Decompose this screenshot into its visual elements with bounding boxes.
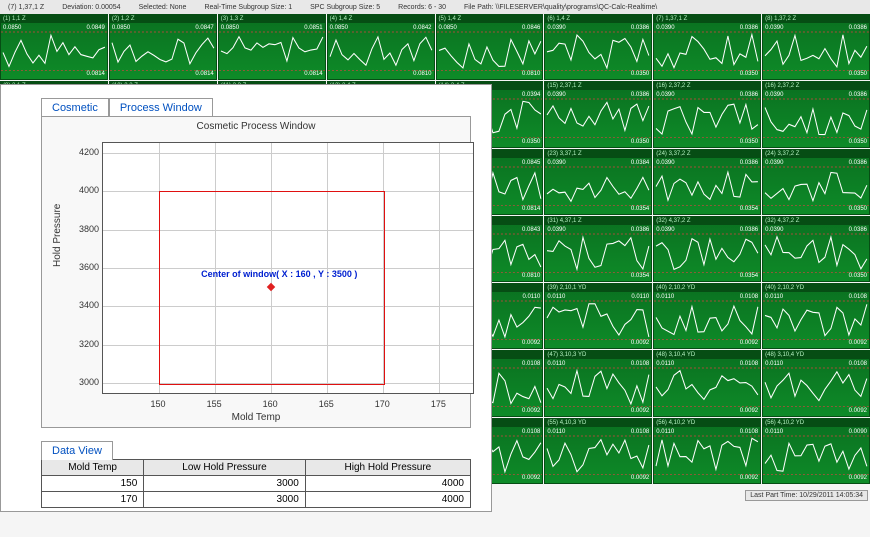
spc-mini-chart[interactable]: (32) 4,37,2 Z0.03900.03860.0354	[653, 216, 761, 282]
y-axis-label: Hold Pressure	[52, 204, 63, 267]
toolbar-selected: Selected: None	[139, 4, 187, 11]
mini-chart-title: (39) 2,10,1 YD	[545, 284, 652, 292]
y-tick: 3000	[74, 377, 99, 387]
x-tick: 150	[151, 399, 166, 409]
spc-mini-chart[interactable]: (2) 1,2 Z0.08500.08470.0814	[109, 14, 217, 80]
mini-chart-title: (4) 1,4 Z	[328, 15, 435, 23]
spc-mini-chart[interactable]: (15) 2,37,1 Z0.03900.03860.0350	[544, 81, 652, 147]
x-tick: 160	[263, 399, 278, 409]
table-row[interactable]: 150 3000 4000	[42, 476, 471, 492]
toolbar-current: (7) 1,37,1 Z	[8, 4, 44, 11]
x-tick: 165	[319, 399, 334, 409]
spc-mini-chart[interactable]: (24) 3,37,2 Z0.03900.03860.0354	[653, 149, 761, 215]
status-toolbar: (7) 1,37,1 Z Deviation: 0.00054 Selected…	[0, 0, 870, 15]
spc-mini-chart[interactable]: (16) 2,37,2 Z0.03900.03860.0350	[653, 81, 761, 147]
mini-chart-title: (24) 3,37,2 Z	[654, 150, 761, 158]
mini-chart-title: (6) 1,4 Z	[545, 15, 652, 23]
toolbar-records: Records: 6 - 30	[398, 4, 446, 11]
mini-chart-title: (24) 3,37,2 Z	[763, 150, 870, 158]
mini-chart-title: (40) 2,10,2 YD	[763, 284, 870, 292]
col-mold-temp: Mold Temp	[42, 460, 144, 476]
mini-chart-title: (2) 1,2 Z	[110, 15, 217, 23]
mini-chart-title: (32) 4,37,2 Z	[763, 217, 870, 225]
spc-mini-chart[interactable]: (6) 1,4 Z0.03900.03860.0350	[544, 14, 652, 80]
y-tick: 3800	[74, 224, 99, 234]
toolbar-filepath: File Path: \\FILESERVER\quality\programs…	[464, 4, 657, 11]
mini-chart-title: (16) 2,37,2 Z	[763, 82, 870, 90]
mini-chart-title: (40) 2,10,2 YD	[654, 284, 761, 292]
spc-mini-chart[interactable]: (7) 1,37,1 Z0.03900.03860.0350	[653, 14, 761, 80]
mini-chart-title: (32) 4,37,2 Z	[654, 217, 761, 225]
y-tick: 3200	[74, 339, 99, 349]
spc-mini-chart[interactable]: (48) 3,10,4 YD0.01100.01080.0092	[653, 350, 761, 416]
mini-chart-title: (47) 3,10,3 YD	[545, 351, 652, 359]
toolbar-deviation: Deviation: 0.00054	[62, 4, 120, 11]
mini-chart-title: (56) 4,10,2 YD	[654, 419, 761, 427]
spc-mini-chart[interactable]: (4) 1,4 Z0.08500.08420.0810	[327, 14, 435, 80]
spc-mini-chart[interactable]: (32) 4,37,2 Z0.03900.03860.0350	[762, 216, 870, 282]
spc-mini-chart[interactable]: (16) 2,37,2 Z0.03900.03860.0350	[762, 81, 870, 147]
col-low-hp: Low Hold Pressure	[144, 460, 306, 476]
mini-chart-title: (56) 4,10,2 YD	[763, 419, 870, 427]
center-annotation: Center of window( X : 160 , Y : 3500 )	[201, 269, 357, 279]
spc-mini-chart[interactable]: (40) 2,10,2 YD0.01100.01080.0092	[762, 283, 870, 349]
tab-process-window[interactable]: Process Window	[109, 98, 213, 117]
plot-area: Center of window( X : 160 , Y : 3500 )	[102, 142, 474, 394]
mini-chart-title: (48) 3,10,4 YD	[763, 351, 870, 359]
mini-chart-title: (7) 1,37,1 Z	[654, 15, 761, 23]
spc-mini-chart[interactable]: (24) 3,37,2 Z0.03900.03860.0350	[762, 149, 870, 215]
spc-mini-chart[interactable]: (8) 1,37,2 Z0.03900.03860.0350	[762, 14, 870, 80]
mini-chart-title: (15) 2,37,1 Z	[545, 82, 652, 90]
spc-mini-chart[interactable]: (5) 1,4 Z0.08500.08460.0810	[436, 14, 544, 80]
col-high-hp: High Hold Pressure	[305, 460, 470, 476]
mini-chart-title: (3) 1,3 Z	[219, 15, 326, 23]
spc-mini-chart[interactable]: (56) 4,10,2 YD0.01100.01080.0092	[653, 418, 761, 484]
mini-chart-title: (8) 1,37,2 Z	[763, 15, 870, 23]
data-table: Mold Temp Low Hold Pressure High Hold Pr…	[41, 459, 471, 508]
spc-mini-chart[interactable]: (31) 4,37,1 Z0.03900.03860.0354	[544, 216, 652, 282]
mini-chart-title: (1) 1,1 Z	[1, 15, 108, 23]
spc-mini-chart[interactable]: (39) 2,10,1 YD0.01100.01100.0092	[544, 283, 652, 349]
spc-mini-chart[interactable]: (1) 1,1 Z0.08500.08490.0814	[0, 14, 108, 80]
chart-title: Cosmetic Process Window	[42, 117, 470, 136]
cosmetic-process-chart: Cosmetic Process Window Hold Pressure Ce…	[41, 116, 471, 428]
mini-chart-title: (16) 2,37,2 Z	[654, 82, 761, 90]
y-tick: 4000	[74, 185, 99, 195]
x-axis-label: Mold Temp	[232, 412, 281, 423]
y-tick: 3600	[74, 262, 99, 272]
toolbar-spc: SPC Subgroup Size: 5	[310, 4, 380, 11]
spc-mini-chart[interactable]: (40) 2,10,2 YD0.01100.01080.0092	[653, 283, 761, 349]
tab-cosmetic[interactable]: Cosmetic	[41, 98, 109, 117]
spc-mini-chart[interactable]: (23) 3,37,1 Z0.03900.03840.0354	[544, 149, 652, 215]
spc-mini-chart[interactable]: (47) 3,10,3 YD0.01100.01080.0092	[544, 350, 652, 416]
spc-mini-chart[interactable]: (48) 3,10,4 YD0.01100.01080.0092	[762, 350, 870, 416]
mini-chart-title: (48) 3,10,4 YD	[654, 351, 761, 359]
mini-chart-title: (23) 3,37,1 Z	[545, 150, 652, 158]
toolbar-realtime: Real-Time Subgroup Size: 1	[204, 4, 292, 11]
mini-chart-title: (55) 4,10,3 YD	[545, 419, 652, 427]
x-tick: 170	[375, 399, 390, 409]
x-tick: 155	[207, 399, 222, 409]
tab-data-view[interactable]: Data View	[41, 441, 113, 460]
y-tick: 3400	[74, 300, 99, 310]
table-row[interactable]: 170 3000 4000	[42, 492, 471, 508]
x-tick: 175	[431, 399, 446, 409]
mini-chart-title: (31) 4,37,1 Z	[545, 217, 652, 225]
spc-mini-chart[interactable]: (3) 1,3 Z0.08500.08510.0814	[218, 14, 326, 80]
mini-chart-title: (5) 1,4 Z	[437, 15, 544, 23]
y-tick: 4200	[74, 147, 99, 157]
process-window-overlay: CosmeticProcess Window Cosmetic Process …	[0, 84, 492, 512]
spc-mini-chart[interactable]: (55) 4,10,3 YD0.01100.01080.0092	[544, 418, 652, 484]
spc-mini-chart[interactable]: (56) 4,10,2 YD0.01100.00900.0092	[762, 418, 870, 484]
footer-last-part: Last Part Time: 10/29/2011 14:05:34	[745, 490, 868, 501]
